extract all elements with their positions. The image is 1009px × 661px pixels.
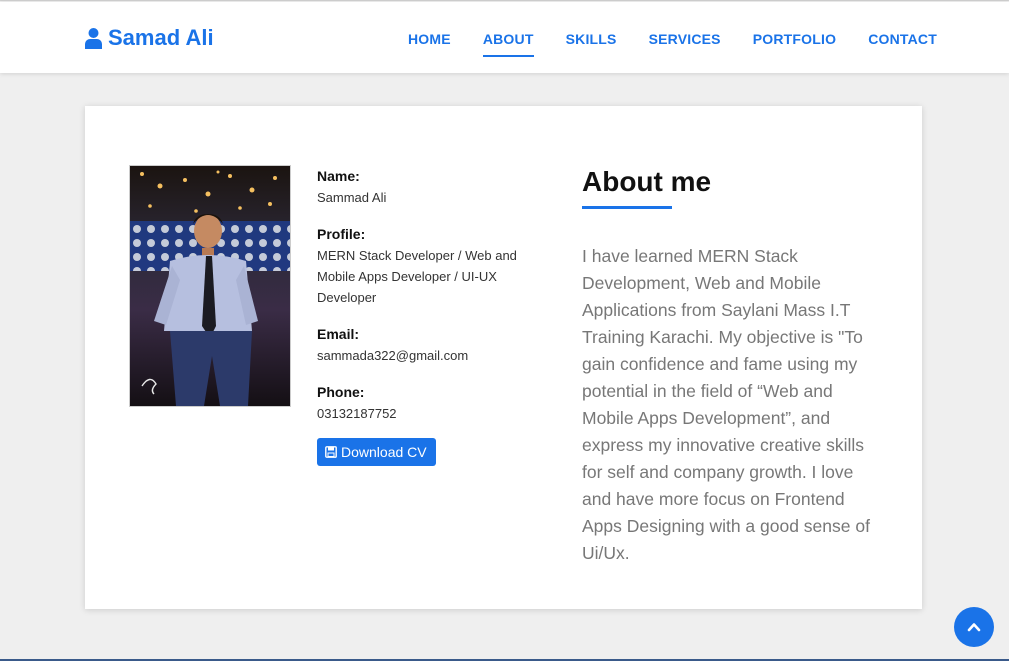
nav-home[interactable]: HOME: [408, 31, 451, 57]
chevron-up-icon: [967, 623, 981, 632]
phone-label: Phone:: [317, 384, 365, 400]
user-icon: [85, 27, 102, 49]
brand-name: Samad Ali: [108, 25, 214, 50]
profile-photo: [129, 165, 291, 407]
nav-skills[interactable]: SKILLS: [566, 31, 617, 57]
nav-about[interactable]: ABOUT: [482, 31, 534, 57]
download-cv-button[interactable]: Download CV: [317, 438, 436, 466]
scroll-to-top-button[interactable]: [954, 607, 994, 647]
name-value: Sammad Ali: [317, 190, 387, 205]
brand-logo[interactable]: Samad Ali: [85, 25, 214, 51]
profile-value: MERN Stack Developer / Web and Mobile Ap…: [317, 248, 517, 305]
email-value: sammada322@gmail.com: [317, 348, 469, 363]
main-nav: HOME ABOUT SKILLS SERVICES PORTFOLIO CON…: [408, 31, 969, 57]
about-card: Name: Sammad Ali Profile: MERN Stack Dev…: [85, 106, 922, 609]
download-cv-label: Download CV: [341, 444, 427, 460]
profile-info: Name: Sammad Ali Profile: MERN Stack Dev…: [317, 168, 547, 466]
name-label: Name:: [317, 168, 360, 184]
heading-underline: [582, 206, 672, 209]
nav-contact[interactable]: CONTACT: [868, 31, 937, 57]
about-section: About me I have learned MERN Stack Devel…: [582, 166, 882, 567]
profile-label: Profile:: [317, 226, 366, 242]
navbar: Samad Ali HOME ABOUT SKILLS SERVICES POR…: [0, 2, 1009, 73]
about-text: I have learned MERN Stack Development, W…: [582, 246, 870, 563]
about-heading: About me: [582, 166, 712, 197]
nav-portfolio[interactable]: PORTFOLIO: [753, 31, 836, 57]
phone-value: 03132187752: [317, 406, 397, 421]
save-icon: [325, 446, 337, 458]
nav-services[interactable]: SERVICES: [649, 31, 721, 57]
email-label: Email:: [317, 326, 360, 342]
